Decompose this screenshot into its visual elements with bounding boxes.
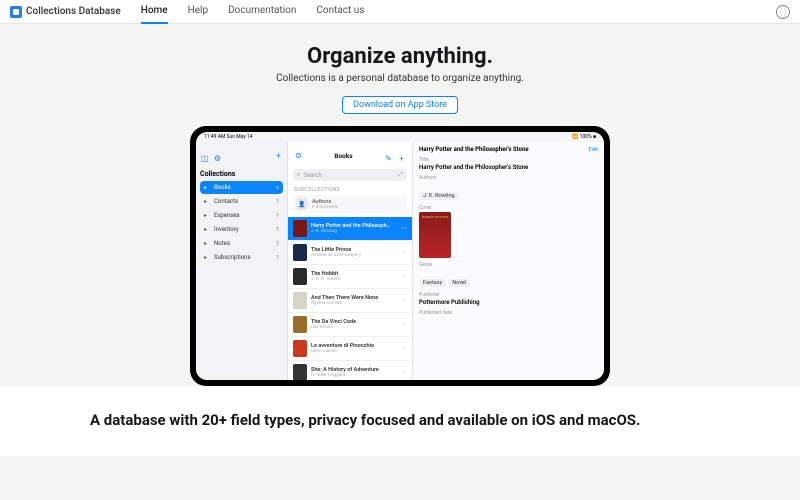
genre-chip[interactable]: Novel — [448, 279, 470, 287]
feature-headline: A database with 20+ field types, privacy… — [90, 411, 710, 431]
field-publisher-value: Pottermore Publishing — [419, 299, 598, 306]
language-icon[interactable] — [776, 5, 790, 19]
field-authors-label: Authors — [419, 175, 598, 181]
download-button[interactable]: Download on App Store — [342, 96, 458, 114]
subcollection-authors[interactable]: 👤 Authors6 documents — [293, 195, 407, 213]
nav-documentation[interactable]: Documentation — [228, 0, 296, 24]
hero-headline: Organize anything. — [0, 44, 800, 69]
edit-button[interactable]: Edit — [589, 147, 598, 153]
field-date-label: Published date — [419, 310, 598, 316]
sidebar-item-subscriptions[interactable]: ▸Subscriptions1 — [200, 251, 283, 264]
sidebar-item-inventory[interactable]: ▸Inventory1 — [200, 223, 283, 236]
subcollections-header: SUBCOLLECTIONS — [288, 185, 412, 195]
field-title-label: Title — [419, 157, 598, 163]
genre-chip[interactable]: Fantasy — [419, 279, 446, 287]
hero-subtitle: Collections is a personal database to or… — [0, 73, 800, 84]
more-icon[interactable]: ⋯ — [401, 345, 407, 352]
expand-icon[interactable]: ⤢ — [398, 171, 403, 179]
filter-icon[interactable]: ⊜ — [294, 151, 303, 160]
brand-name: Collections Database — [26, 6, 121, 17]
main-nav: Home Help Documentation Contact us — [141, 0, 365, 24]
cover-image: HARRY POTTER — [419, 212, 451, 258]
field-title-value: Harry Potter and the Philosopher's Stone — [419, 164, 598, 171]
more-icon[interactable]: ⋯ — [401, 273, 407, 280]
book-row[interactable]: And Then There Were NoneAgatha Christie⋯ — [288, 289, 412, 313]
book-row[interactable]: Harry Potter and the Philosoph…J. K. Row… — [288, 217, 412, 241]
sidebar-item-books[interactable]: ▸Books6 — [200, 181, 283, 194]
sidebar: ◫ ⚙ + Collections ▸Books6▸Contacts1▸Expe… — [196, 142, 288, 380]
status-battery: 📶 100% ■ — [572, 134, 596, 140]
book-cover-thumb — [293, 316, 307, 333]
add-collection-icon[interactable]: + — [274, 151, 283, 160]
feature-band: A database with 20+ field types, privacy… — [0, 386, 800, 456]
list-title: Books — [334, 152, 352, 160]
book-cover-thumb — [293, 268, 307, 285]
list-pane: ⊜ Books ✎ + ⌕ Search ⤢ SUBCOLLECTIONS 👤 … — [288, 142, 413, 380]
book-cover-thumb — [293, 292, 307, 309]
person-icon: 👤 — [296, 198, 308, 210]
ipad-screen: 11:49 AM Sun May 14 📶 100% ■ ◫ ⚙ + Colle… — [196, 132, 604, 380]
search-icon: ⌕ — [297, 171, 300, 179]
field-publisher-label: Publisher — [419, 292, 598, 298]
collection-icon: ▸ — [204, 240, 211, 247]
brand[interactable]: Collections Database — [10, 6, 121, 18]
sidebar-item-expenses[interactable]: ▸Expenses1 — [200, 209, 283, 222]
collection-icon: ▸ — [204, 198, 211, 205]
settings-icon[interactable]: ⚙ — [213, 154, 222, 163]
book-row[interactable]: Le avventure di PinocchioCarlo Collodi⋯ — [288, 337, 412, 361]
book-row[interactable]: The Da Vinci CodeDan Brown⋯ — [288, 313, 412, 337]
ipad-mockup: 11:49 AM Sun May 14 📶 100% ■ ◫ ⚙ + Colle… — [190, 126, 610, 386]
nav-contact[interactable]: Contact us — [316, 0, 364, 24]
collection-icon: ▸ — [204, 226, 211, 233]
book-cover-thumb — [293, 364, 307, 380]
field-cover-label: Cover — [419, 205, 598, 211]
more-icon[interactable]: ⋯ — [401, 225, 407, 232]
sidebar-item-contacts[interactable]: ▸Contacts1 — [200, 195, 283, 208]
collection-icon: ▸ — [204, 212, 211, 219]
more-icon[interactable]: ⋯ — [401, 369, 407, 376]
detail-pane: Harry Potter and the Philosopher's Stone… — [413, 142, 604, 380]
nav-home[interactable]: Home — [141, 0, 168, 24]
field-genre-label: Genre — [419, 262, 598, 268]
compose-icon[interactable]: ✎ — [384, 154, 393, 163]
sidebar-toggle-icon[interactable]: ◫ — [200, 154, 209, 163]
nav-help[interactable]: Help — [188, 0, 208, 24]
book-row[interactable]: The Little PrinceAntoine de Saint-Exupér… — [288, 241, 412, 265]
author-chip[interactable]: J. K. Rowling — [419, 192, 459, 200]
status-time: 11:49 AM Sun May 14 — [204, 134, 253, 140]
hero: Organize anything. Collections is a pers… — [0, 24, 800, 126]
more-icon[interactable]: ⋯ — [401, 249, 407, 256]
book-cover-thumb — [293, 244, 307, 261]
more-icon[interactable]: ⋯ — [401, 321, 407, 328]
search-input[interactable]: ⌕ Search ⤢ — [293, 169, 407, 181]
more-icon[interactable]: ⋯ — [401, 297, 407, 304]
detail-title: Harry Potter and the Philosopher's Stone — [419, 146, 589, 153]
collection-icon: ▸ — [204, 184, 211, 191]
book-row[interactable]: She: A History of AdventureH. Rider Hagg… — [288, 361, 412, 380]
sidebar-title: Collections — [200, 170, 283, 178]
status-bar: 11:49 AM Sun May 14 📶 100% ■ — [196, 132, 604, 142]
sidebar-item-notes[interactable]: ▸Notes1 — [200, 237, 283, 250]
top-nav: Collections Database Home Help Documenta… — [0, 0, 800, 24]
search-placeholder: Search — [303, 172, 395, 179]
book-row[interactable]: The HobbitJ. R. R. Tolkien⋯ — [288, 265, 412, 289]
book-cover-thumb — [293, 220, 307, 237]
book-list: Harry Potter and the Philosoph…J. K. Row… — [288, 217, 412, 380]
brand-icon — [10, 6, 22, 18]
collection-icon: ▸ — [204, 254, 211, 261]
book-cover-thumb — [293, 340, 307, 357]
add-item-icon[interactable]: + — [397, 154, 406, 163]
